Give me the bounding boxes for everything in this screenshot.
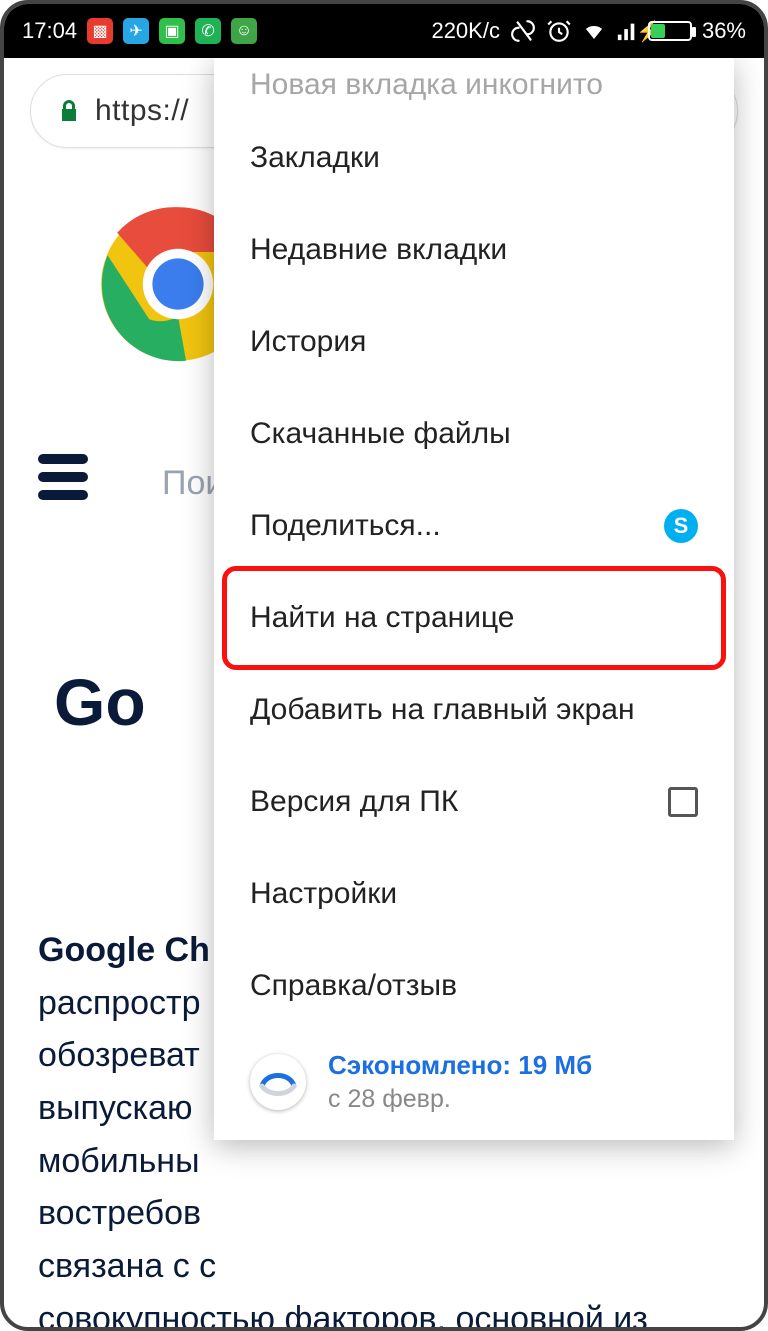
lock-icon <box>57 97 81 125</box>
menu-item-recent-tabs[interactable]: Недавние вкладки <box>214 204 734 296</box>
app-icon-generic-1: ▣ <box>159 18 185 44</box>
data-saver-icon <box>250 1054 306 1110</box>
vibrate-icon <box>510 18 536 44</box>
menu-item-label: История <box>250 325 366 359</box>
body-bold: Google Ch <box>38 931 210 969</box>
data-saver-text: Сэкономлено: 19 Мб с 28 февр. <box>328 1050 592 1114</box>
chrome-overflow-menu: Новая вкладка инкогнито Закладки Недавни… <box>214 58 734 1140</box>
data-saver-title: Сэкономлено: 19 Мб <box>328 1050 592 1081</box>
statusbar-time: 17:04 <box>22 18 77 44</box>
statusbar-left: 17:04 ▩ ✈ ▣ ✆ ☺ <box>22 18 257 44</box>
signal-icon <box>616 20 638 42</box>
menu-item-history[interactable]: История <box>214 296 734 388</box>
url-text: https:// <box>95 94 189 128</box>
device-frame: 17:04 ▩ ✈ ▣ ✆ ☺ 220K/c ⚡ <box>0 0 768 1331</box>
menu-item-label: Добавить на главный экран <box>250 693 635 727</box>
battery-percent: 36% <box>702 18 746 44</box>
menu-item-label: Найти на странице <box>250 601 515 635</box>
menu-item-settings[interactable]: Настройки <box>214 848 734 940</box>
battery-icon: ⚡ <box>648 21 692 41</box>
hamburger-icon[interactable] <box>38 454 88 500</box>
menu-data-saver[interactable]: Сэкономлено: 19 Мб с 28 февр. <box>214 1032 734 1122</box>
menu-item-label: Настройки <box>250 877 397 911</box>
menu-item-bookmarks[interactable]: Закладки <box>214 112 734 204</box>
wifi-icon <box>582 19 606 43</box>
app-icon-telegram: ✈ <box>123 18 149 44</box>
menu-item-share[interactable]: Поделиться... S <box>214 480 734 572</box>
page-heading: Go <box>54 664 146 740</box>
menu-item-incognito[interactable]: Новая вкладка инкогнито <box>214 64 734 112</box>
statusbar-right: 220K/c ⚡ 36% <box>431 18 746 44</box>
menu-item-label: Поделиться... <box>250 509 441 543</box>
menu-item-downloads[interactable]: Скачанные файлы <box>214 388 734 480</box>
menu-item-desktop-site[interactable]: Версия для ПК <box>214 756 734 848</box>
network-speed: 220K/c <box>431 18 500 44</box>
skype-icon: S <box>664 509 698 543</box>
menu-item-label: Новая вкладка инкогнито <box>250 68 603 102</box>
data-saver-since: с 28 февр. <box>328 1085 592 1114</box>
desktop-site-checkbox[interactable] <box>668 787 698 817</box>
menu-item-label: Скачанные файлы <box>250 417 511 451</box>
menu-item-label: Версия для ПК <box>250 785 458 819</box>
app-icon-aliexpress: ▩ <box>87 18 113 44</box>
menu-item-add-to-homescreen[interactable]: Добавить на главный экран <box>214 664 734 756</box>
android-statusbar: 17:04 ▩ ✈ ▣ ✆ ☺ 220K/c ⚡ <box>4 4 764 58</box>
app-icon-generic-2: ☺ <box>231 18 257 44</box>
menu-item-label: Недавние вкладки <box>250 233 507 267</box>
alarm-icon <box>546 18 572 44</box>
menu-item-help[interactable]: Справка/отзыв <box>214 940 734 1032</box>
menu-item-find-in-page[interactable]: Найти на странице <box>214 572 734 664</box>
menu-item-label: Закладки <box>250 141 380 175</box>
app-icon-whatsapp: ✆ <box>195 18 221 44</box>
menu-item-label: Справка/отзыв <box>250 969 457 1003</box>
